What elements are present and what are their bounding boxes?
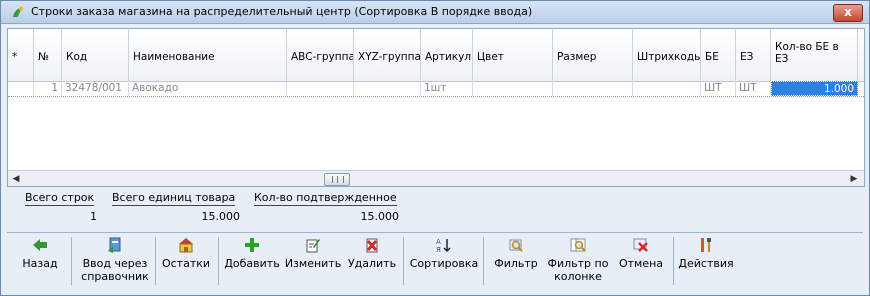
col-header-size[interactable]: Размер	[553, 29, 633, 81]
scroll-thumb[interactable]	[324, 173, 350, 186]
close-icon: x	[844, 5, 852, 19]
cell-abc	[287, 81, 354, 96]
column-filter-icon	[570, 238, 586, 252]
svg-text:A: A	[436, 238, 441, 246]
delete-button[interactable]: Удалить	[345, 235, 399, 287]
col-header-color[interactable]: Цвет	[473, 29, 553, 81]
cell-num: 1	[34, 81, 62, 96]
toolbar-separator	[155, 237, 156, 285]
total-units-value: 15.000	[201, 210, 241, 223]
cell-be: ШТ	[701, 81, 736, 96]
cell-name: Авокадо	[129, 81, 287, 96]
filter-label: Фильтр	[494, 257, 538, 270]
col-header-num[interactable]: №	[34, 29, 62, 81]
title-bar: Строки заказа магазина на распределитель…	[1, 1, 869, 24]
lookup-label: Ввод через справочник	[81, 257, 149, 283]
toolbar: Назад Ввод через справочник Остатки Доба…	[7, 232, 863, 291]
cell-xyz	[354, 81, 421, 96]
toolbar-separator	[673, 237, 674, 285]
cancel-label: Отмена	[618, 257, 664, 270]
edit-button[interactable]: Изменить	[283, 235, 343, 287]
col-header-abc[interactable]: ABC-группа	[287, 29, 354, 81]
delete-icon	[366, 238, 378, 253]
col-header-article[interactable]: Артикул	[421, 29, 473, 81]
add-button[interactable]: Добавить	[223, 235, 281, 287]
window-title: Строки заказа магазина на распределитель…	[31, 5, 533, 18]
total-rows-label: Всего строк	[25, 191, 95, 206]
cell-qty-selected[interactable]: 1.000	[771, 81, 858, 96]
back-button[interactable]: Назад	[13, 235, 67, 287]
stock-label: Остатки	[161, 257, 211, 270]
lookup-input-button[interactable]: Ввод через справочник	[77, 235, 153, 287]
cell-article: 1шт	[421, 81, 473, 96]
scroll-right-icon[interactable]: ▶	[848, 173, 860, 185]
toolbar-separator	[71, 237, 72, 285]
totals-panel: Всего строк 1 Всего единиц товара 15.000…	[1, 187, 869, 229]
col-header-barcodes[interactable]: Штрихкоды	[633, 29, 701, 81]
back-label: Назад	[22, 257, 58, 270]
total-confirmed-value: 15.000	[360, 210, 400, 223]
cell-ez: ШТ	[736, 81, 771, 96]
col-header-be[interactable]: БЕ	[701, 29, 736, 81]
col-header-name[interactable]: Наименование	[129, 29, 287, 81]
cancel-filter-button[interactable]: Отмена	[613, 235, 669, 287]
toolbar-separator	[218, 237, 219, 285]
order-lines-window: Строки заказа магазина на распределитель…	[0, 0, 870, 296]
cell-color	[473, 81, 553, 96]
order-lines-grid[interactable]: * № Код Наименование ABC-группа XYZ-груп…	[7, 28, 865, 187]
directory-icon	[108, 237, 121, 253]
filter-col-label: Фильтр по колонке	[547, 257, 609, 283]
cell-code: 32478/001	[62, 81, 129, 96]
stock-button[interactable]: Остатки	[159, 235, 213, 287]
table-row[interactable]: 1 32478/001 Авокадо 1шт ШТ ШТ 1.000	[8, 81, 864, 97]
col-header-code[interactable]: Код	[62, 29, 129, 81]
filter-magnifier-icon	[509, 239, 523, 252]
col-header-qty[interactable]: Кол-во БЕ в ЕЗ	[771, 29, 858, 81]
toolbar-separator	[403, 237, 404, 285]
grid-header: * № Код Наименование ABC-группа XYZ-груп…	[8, 29, 864, 82]
edit-label: Изменить	[284, 257, 342, 270]
sort-label: Сортировка	[409, 257, 479, 270]
cancel-filter-icon	[633, 238, 648, 252]
tools-icon	[701, 238, 711, 252]
scroll-left-icon[interactable]: ◀	[10, 173, 22, 185]
cell-mark	[8, 81, 34, 96]
app-icon	[13, 7, 23, 17]
total-confirmed-label: Кол-во подтвержденное	[254, 191, 397, 206]
cell-size	[553, 81, 633, 96]
toolbar-separator	[483, 237, 484, 285]
col-header-mark[interactable]: *	[8, 29, 34, 81]
add-label: Добавить	[224, 257, 280, 270]
filter-button[interactable]: Фильтр	[489, 235, 543, 287]
sort-icon: AЯ	[436, 238, 451, 253]
close-button[interactable]: x	[833, 4, 863, 22]
plus-icon	[245, 238, 259, 252]
total-rows-value: 1	[90, 210, 97, 223]
actions-label: Действия	[678, 257, 734, 270]
actions-button[interactable]: Действия	[677, 235, 735, 287]
filter-by-column-button[interactable]: Фильтр по колонке	[545, 235, 611, 287]
warehouse-icon	[179, 238, 193, 253]
cell-barcodes	[633, 81, 701, 96]
delete-label: Удалить	[347, 257, 397, 270]
total-units-label: Всего единиц товара	[112, 191, 236, 206]
horizontal-scrollbar[interactable]: ◀ ▶	[8, 170, 864, 186]
edit-icon	[306, 239, 320, 253]
col-header-xyz[interactable]: XYZ-группа	[354, 29, 421, 81]
sort-button[interactable]: AЯ Сортировка	[407, 235, 481, 287]
grip-icon	[332, 176, 344, 183]
svg-text:Я: Я	[436, 246, 441, 253]
col-header-ez[interactable]: ЕЗ	[736, 29, 771, 81]
back-arrow-icon	[33, 239, 47, 251]
